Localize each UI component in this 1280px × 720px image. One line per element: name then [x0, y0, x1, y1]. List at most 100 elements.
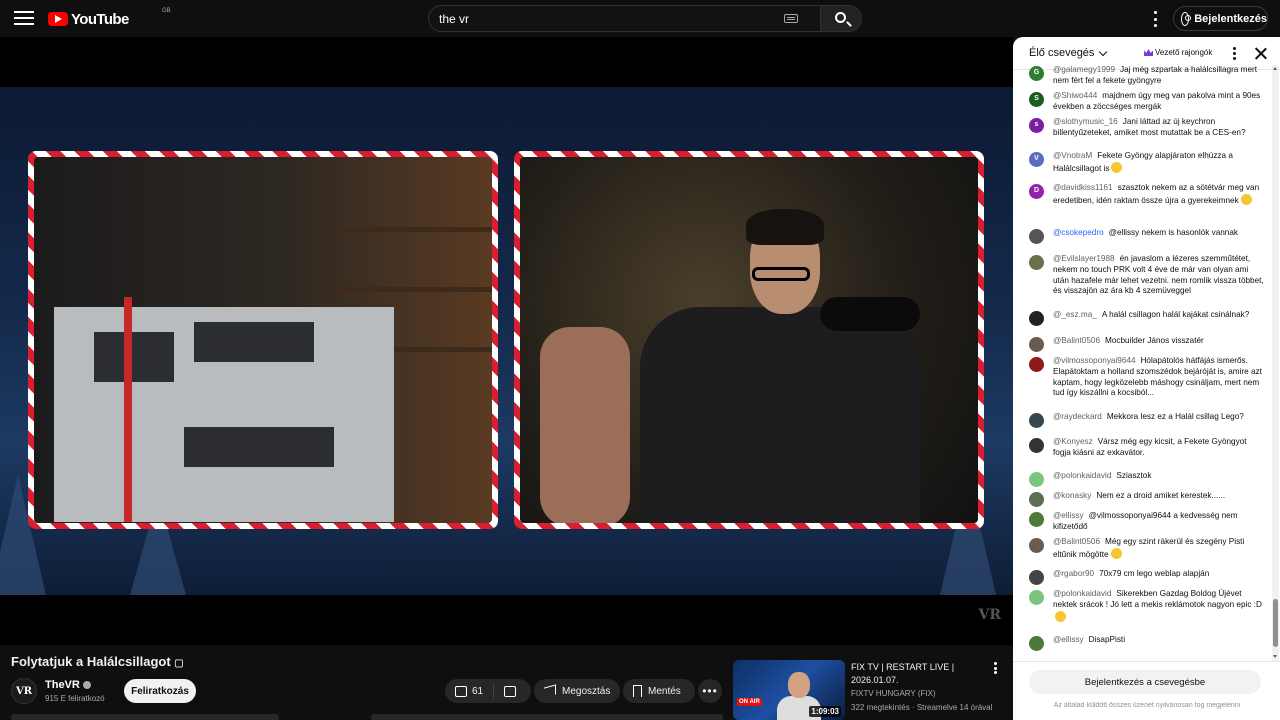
related-video-thumbnail[interactable]: ON AIR 1:09:03 — [733, 660, 845, 720]
chat-avatar[interactable] — [1029, 255, 1044, 270]
chat-avatar[interactable] — [1029, 570, 1044, 585]
chat-avatar[interactable] — [1029, 590, 1044, 605]
chat-sign-in-button[interactable]: Bejelentkezés a csevegésbe — [1029, 670, 1261, 694]
chat-message-body: @Balint0506 Mocbuilder János visszatér — [1053, 336, 1265, 352]
hamburger-menu-icon[interactable] — [12, 8, 36, 28]
description-box[interactable] — [11, 714, 279, 720]
chat-author[interactable]: @csokepedro — [1053, 228, 1104, 237]
youtube-play-icon — [48, 12, 68, 26]
chat-message: s @slothymusic_16 Jani láttad az új keychr… — [1029, 117, 1265, 139]
chat-avatar[interactable]: V — [1029, 152, 1044, 167]
chat-avatar[interactable]: G — [1029, 66, 1044, 81]
chat-message: @Konyesz Vársz még egy kicsit, a Fekete G… — [1029, 437, 1265, 459]
chat-author[interactable]: @davidkiss1161 — [1053, 183, 1113, 192]
dislike-button[interactable] — [494, 685, 526, 697]
settings-more-icon[interactable] — [1151, 11, 1159, 27]
chat-author[interactable]: @VnotraM — [1053, 151, 1092, 160]
chat-avatar[interactable] — [1029, 413, 1044, 428]
chat-avatar[interactable] — [1029, 472, 1044, 487]
scroll-thumb[interactable] — [1273, 599, 1278, 647]
chat-author[interactable]: @konasky — [1053, 491, 1091, 500]
chat-author[interactable]: @Balint0506 — [1053, 537, 1100, 546]
chat-text: @ellissy nekem is hasonlók vannak — [1108, 228, 1239, 237]
chat-author[interactable]: @rgabor90 — [1053, 569, 1094, 578]
like-dislike-group: 61 — [445, 679, 531, 703]
chat-avatar[interactable]: D — [1029, 184, 1044, 199]
chat-avatar[interactable] — [1029, 538, 1044, 553]
chat-avatar[interactable] — [1029, 311, 1044, 326]
chat-author[interactable]: @ellissy — [1053, 635, 1084, 644]
sign-in-label: Bejelentkezés — [1194, 12, 1267, 25]
lego-section — [94, 332, 174, 382]
chat-note: Az általad küldött összes üzenet nyilván… — [1053, 702, 1241, 709]
youtube-logo[interactable]: YouTube GB — [48, 8, 171, 28]
top-fans-badge[interactable]: Vezető rajongók — [1144, 48, 1212, 57]
search-input[interactable] — [439, 12, 759, 26]
thumbs-down-icon — [504, 685, 517, 697]
close-icon[interactable] — [1254, 47, 1267, 60]
comments-preview[interactable] — [371, 714, 723, 720]
scroll-up-arrow-icon[interactable] — [1273, 67, 1277, 70]
chat-author[interactable]: @slothymusic_16 — [1053, 117, 1118, 126]
chat-message: @raydeckard Mekkora lesz ez a Halál csill… — [1029, 412, 1265, 428]
chat-author[interactable]: @Evilslayer1988 — [1053, 254, 1115, 263]
chat-author[interactable]: @polonkaidavid — [1053, 471, 1111, 480]
channel-watermark: VR — [978, 607, 1002, 623]
scroll-down-arrow-icon[interactable] — [1273, 655, 1277, 658]
chat-message-body: @vilmossoponyai9644 Hólapátolós hátfájás … — [1053, 356, 1265, 399]
chat-message: D @davidkiss1161 szasztok nekem az a sötét… — [1029, 183, 1265, 207]
chat-text: A halál csillagon halál kajákat csinálna… — [1101, 310, 1250, 319]
more-actions-button[interactable]: ••• — [698, 679, 722, 703]
chat-message: @Balint0506 Még egy szint rákerül és szeg… — [1029, 537, 1265, 561]
lego-pillar — [124, 297, 132, 522]
video-player[interactable]: VR — [0, 37, 1013, 645]
chat-author[interactable]: @polonkaidavid — [1053, 589, 1111, 598]
related-video-channel[interactable]: FIXTV HUNGARY (FIX) — [851, 689, 936, 698]
chat-scrollbar[interactable] — [1272, 65, 1279, 661]
chat-message-body: @VnotraM Fekete Gyöngy alapjáraton elhúzz… — [1053, 151, 1265, 175]
chat-author[interactable]: @Konyesz — [1053, 437, 1093, 446]
search-button[interactable] — [820, 5, 862, 32]
chat-avatar[interactable]: s — [1029, 118, 1044, 133]
chat-author[interactable]: @_esz.ma_ — [1053, 310, 1097, 319]
chat-avatar[interactable] — [1029, 636, 1044, 651]
chat-text: 70x79 cm lego weblap alapján — [1099, 569, 1210, 578]
keyboard-icon[interactable] — [784, 14, 798, 23]
chat-avatar[interactable] — [1029, 438, 1044, 453]
chat-author[interactable]: @raydeckard — [1053, 412, 1102, 421]
chat-author[interactable]: @galamegy1999 — [1053, 65, 1115, 74]
chat-author[interactable]: @vilmossoponyai9644 — [1053, 356, 1136, 365]
subscribe-button[interactable]: Feliratkozás — [124, 679, 196, 703]
channel-name[interactable]: TheVR — [45, 679, 91, 691]
chat-message-body: @galamegy1999 Jaj még szpartak a halálcsi… — [1053, 65, 1265, 87]
chat-avatar[interactable] — [1029, 229, 1044, 244]
chat-author[interactable]: @ellissy — [1053, 511, 1084, 520]
glasses — [752, 267, 810, 281]
chat-message-list[interactable]: G @galamegy1999 Jaj még szpartak a halálcs… — [1013, 65, 1271, 661]
chat-avatar[interactable]: S — [1029, 92, 1044, 107]
person-hair — [746, 209, 824, 245]
chat-message: @Balint0506 Mocbuilder János visszatér — [1029, 336, 1265, 352]
chat-avatar[interactable] — [1029, 512, 1044, 527]
chat-avatar[interactable] — [1029, 357, 1044, 372]
chat-message: @rgabor90 70x79 cm lego weblap alapján — [1029, 569, 1265, 585]
chat-author[interactable]: @Balint0506 — [1053, 336, 1100, 345]
left-camera-frame — [28, 151, 498, 529]
chat-mode-dropdown[interactable]: Élő csevegés — [1029, 47, 1108, 59]
chat-message: V @VnotraM Fekete Gyöngy alapjáraton elhúz… — [1029, 151, 1265, 175]
chat-message: S @Shiwo444 majdnem úgy meg van pakolva mi… — [1029, 91, 1265, 113]
chat-author[interactable]: @Shiwo444 — [1053, 91, 1097, 100]
share-button[interactable]: Megosztás — [534, 679, 620, 703]
chat-avatar[interactable] — [1029, 337, 1044, 352]
sign-in-button[interactable]: Bejelentkezés — [1173, 6, 1268, 31]
person-arm — [540, 327, 630, 523]
related-video-title[interactable]: FIX TV | RESTART LIVE | 2026.01.07. — [851, 661, 991, 687]
chat-avatar[interactable] — [1029, 492, 1044, 507]
chat-more-icon[interactable] — [1232, 47, 1236, 60]
like-button[interactable]: 61 — [445, 683, 495, 699]
channel-avatar[interactable]: VR — [11, 678, 37, 704]
save-button[interactable]: Mentés — [623, 679, 695, 703]
on-air-badge: ON AIR — [737, 698, 762, 706]
related-more-icon[interactable] — [993, 662, 997, 674]
lego-section — [184, 427, 334, 467]
